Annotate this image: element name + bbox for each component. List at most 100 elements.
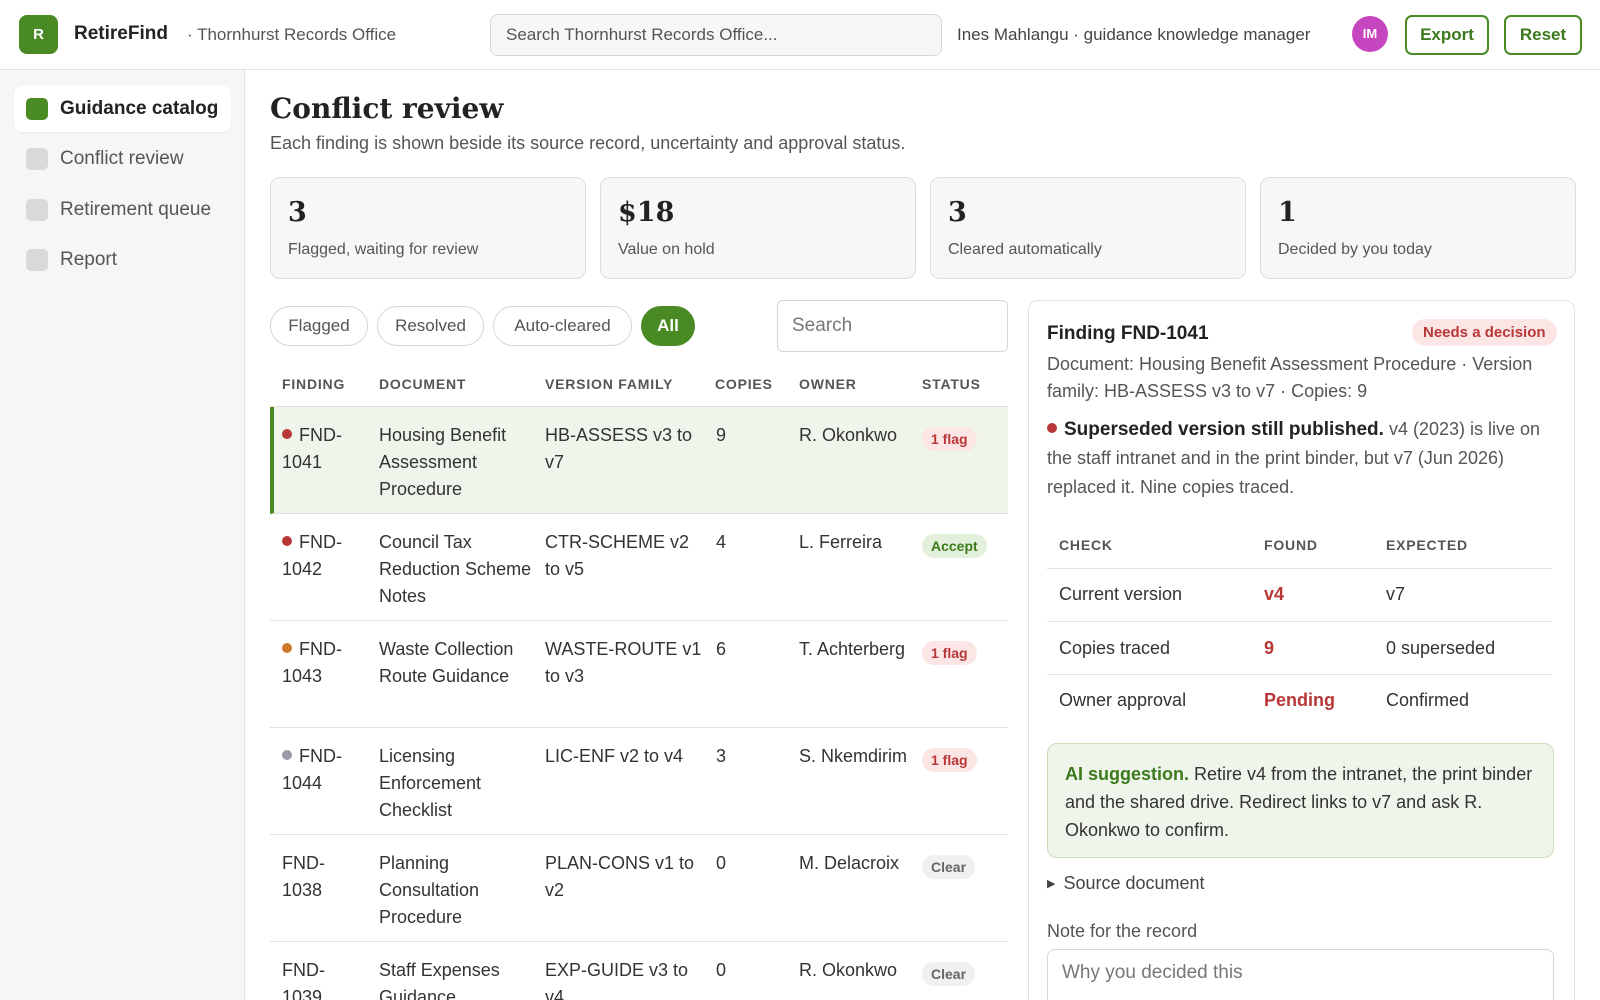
copies-cell: 9	[716, 425, 727, 445]
check-expected: Confirmed	[1386, 690, 1470, 710]
stat-label: Decided by you today	[1278, 241, 1432, 258]
nav-square-icon	[26, 98, 48, 120]
finding-cell: FND-1044	[282, 743, 364, 797]
document-cell: Waste Collection Route Guidance	[379, 639, 514, 686]
nav-square-icon	[26, 199, 48, 221]
check-header: CHECK	[1059, 537, 1113, 553]
column-header-document[interactable]: DOCUMENT	[379, 376, 466, 392]
top-bar: R RetireFind · Thornhurst Records Office…	[0, 0, 1600, 70]
stat-label: Flagged, waiting for review	[288, 241, 479, 258]
column-header-owner[interactable]: OWNER	[799, 376, 857, 392]
check-found: v4	[1264, 584, 1285, 604]
finding-headline: Superseded version still published.	[1064, 419, 1384, 440]
table-row[interactable]: FND-1041 Housing Benefit Assessment Proc…	[270, 407, 1008, 514]
sidebar-item-report[interactable]: Report	[14, 237, 231, 283]
triangle-right-icon: ▶	[1047, 878, 1056, 890]
sidebar-item-label: Retirement queue	[60, 199, 212, 220]
column-header-copies[interactable]: COPIES	[715, 376, 773, 392]
source-document-toggle[interactable]: ▶ Source document	[1047, 873, 1205, 894]
finding-cell: FND-1043	[282, 636, 364, 690]
column-header-status[interactable]: STATUS	[922, 376, 981, 392]
copies-cell: 0	[716, 960, 727, 980]
copies-cell: 0	[716, 853, 727, 873]
document-cell: Planning Consultation Procedure	[379, 853, 480, 927]
sidebar-item-label: Report	[60, 249, 118, 270]
status-cell: 1 flag	[922, 639, 977, 666]
org-name: · Thornhurst Records Office	[187, 25, 397, 44]
status-cell: Accept	[922, 532, 987, 559]
stat-label: Cleared automatically	[948, 241, 1102, 258]
table-search-input[interactable]	[777, 300, 1008, 352]
export-button[interactable]: Export	[1405, 15, 1489, 55]
check-found: 9	[1264, 638, 1275, 658]
user-label: Ines Mahlangu · guidance knowledge manag…	[957, 25, 1311, 44]
app-logo[interactable]: R	[19, 15, 58, 54]
sidebar-item-label: Conflict review	[60, 148, 184, 169]
stat-label: Value on hold	[618, 241, 715, 258]
status-cell: 1 flag	[922, 425, 977, 452]
filter-chip-flagged[interactable]: Flagged	[270, 306, 368, 346]
table-row[interactable]: FND-1039 Staff Expenses Guidance EXP-GUI…	[270, 942, 1008, 1000]
finding-detail-panel: Finding FND-1041 Needs a decision Docume…	[1028, 300, 1575, 1000]
finding-cell: FND-1039	[282, 957, 364, 1000]
document-cell: Housing Benefit Assessment Procedure	[379, 425, 507, 499]
column-header-version-family[interactable]: VERSION FAMILY	[545, 376, 673, 392]
status-badge: Clear	[922, 855, 976, 879]
check-name: Owner approval	[1059, 690, 1187, 710]
sidebar: Guidance catalog Conflict review Retirem…	[0, 70, 245, 1000]
nav-square-icon	[26, 148, 48, 170]
stat-card-decided: 1 Decided by you today	[1260, 177, 1576, 279]
severity-dot-icon	[1047, 423, 1057, 434]
column-header-finding[interactable]: FINDING	[282, 376, 345, 392]
stat-value: $18	[618, 197, 675, 228]
stat-value: 3	[288, 197, 307, 228]
document-cell: Licensing Enforcement Checklist	[379, 746, 482, 820]
stat-card-cleared: 3 Cleared automatically	[930, 177, 1246, 279]
status-badge: Accept	[922, 534, 987, 558]
expected-header: EXPECTED	[1386, 537, 1468, 553]
source-document-label: Source document	[1063, 873, 1205, 893]
sidebar-item-guidance-catalog[interactable]: Guidance catalog	[14, 86, 231, 132]
table-row[interactable]: FND-1044 Licensing Enforcement Checklist…	[270, 728, 1008, 835]
owner-cell: T. Achterberg	[799, 639, 906, 659]
note-input[interactable]	[1047, 949, 1554, 1000]
reset-button[interactable]: Reset	[1504, 15, 1582, 55]
severity-dot-icon	[282, 750, 292, 761]
status-cell: 1 flag	[922, 746, 977, 773]
table-row[interactable]: FND-1042 Council Tax Reduction Scheme No…	[270, 514, 1008, 621]
table-row[interactable]: FND-1043 Waste Collection Route Guidance…	[270, 621, 1008, 728]
note-label: Note for the record	[1047, 921, 1198, 941]
detail-meta: Document: Housing Benefit Assessment Pro…	[1047, 354, 1533, 401]
status-badge: 1 flag	[922, 641, 977, 665]
filter-chip-auto-cleared[interactable]: Auto-cleared	[493, 306, 632, 346]
table-row[interactable]: FND-1038 Planning Consultation Procedure…	[270, 835, 1008, 942]
check-row-divider	[1047, 621, 1552, 622]
status-badge: Clear	[922, 962, 976, 986]
filter-chip-all[interactable]: All	[641, 306, 695, 346]
global-search-input[interactable]	[490, 14, 942, 56]
filter-chip-resolved[interactable]: Resolved	[377, 306, 484, 346]
copies-cell: 3	[716, 746, 727, 766]
check-expected: v7	[1386, 584, 1406, 604]
nav-square-icon	[26, 249, 48, 271]
document-cell: Staff Expenses Guidance	[379, 960, 500, 1000]
finding-summary: Superseded version still published. v4 (…	[1047, 415, 1552, 502]
status-cell: Clear	[922, 853, 976, 880]
detail-title: Finding FND-1041	[1047, 323, 1209, 344]
severity-dot-icon	[282, 536, 292, 547]
check-name: Current version	[1059, 584, 1183, 604]
status-badge: 1 flag	[922, 748, 977, 772]
sidebar-item-conflict-review[interactable]: Conflict review	[14, 136, 231, 182]
severity-dot-icon	[282, 429, 292, 440]
sidebar-item-retirement-queue[interactable]: Retirement queue	[14, 187, 231, 233]
copies-cell: 4	[716, 532, 727, 552]
version-cell: CTR-SCHEME v2 to v5	[545, 532, 690, 579]
status-cell: Clear	[922, 960, 976, 987]
stat-value: 3	[948, 197, 967, 228]
check-expected: 0 superseded	[1386, 638, 1496, 658]
finding-cell: FND-1038	[282, 850, 364, 904]
stat-card-value-on-hold: $18 Value on hold	[600, 177, 916, 279]
avatar[interactable]: IM	[1352, 16, 1388, 52]
status-badge: 1 flag	[922, 427, 977, 451]
check-found: Pending	[1264, 690, 1335, 710]
